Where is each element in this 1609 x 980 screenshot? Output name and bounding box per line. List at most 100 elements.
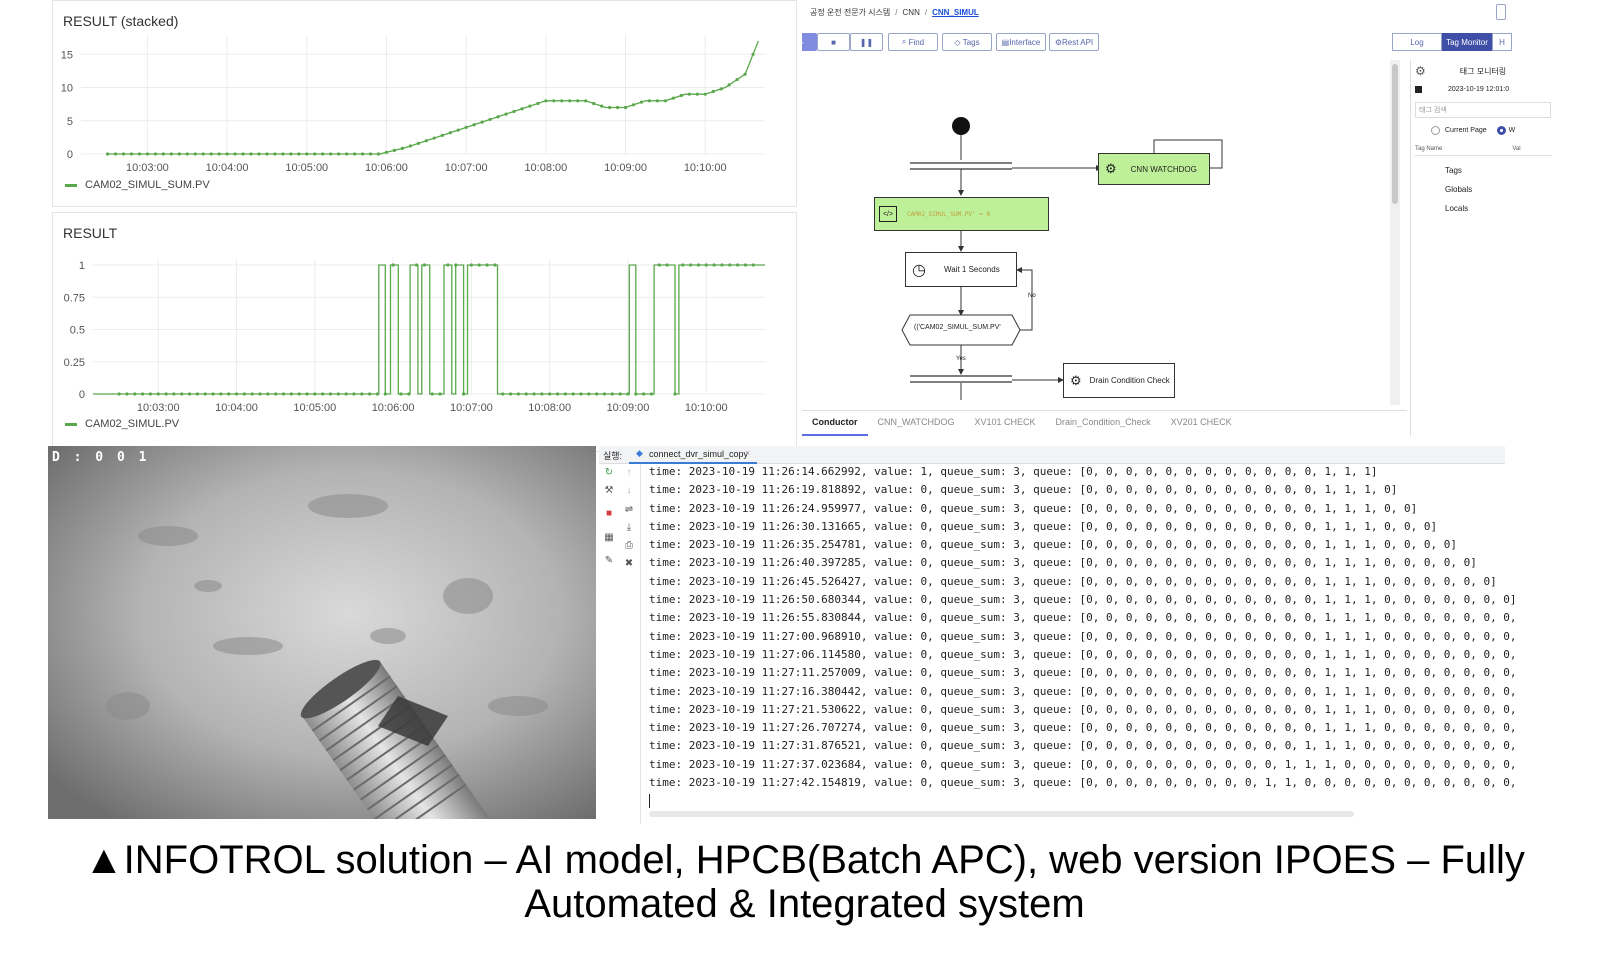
series-point bbox=[281, 152, 285, 156]
series-point bbox=[488, 117, 492, 122]
x-tick-label: 10:03:00 bbox=[126, 162, 169, 174]
series-point bbox=[520, 107, 524, 111]
series-point bbox=[712, 263, 716, 267]
x-tick-label: 10:10:00 bbox=[684, 162, 727, 174]
series-point bbox=[289, 392, 293, 396]
series-point bbox=[391, 263, 395, 267]
interface-button[interactable]: ▤ Interface bbox=[996, 33, 1046, 51]
tab-log[interactable]: Log bbox=[1392, 33, 1442, 51]
series-point bbox=[469, 263, 474, 267]
series-point bbox=[360, 152, 365, 156]
series-point bbox=[440, 133, 444, 137]
series-point bbox=[743, 72, 747, 76]
wrap-icon[interactable]: ⇌ bbox=[622, 504, 636, 515]
window-button[interactable] bbox=[1496, 4, 1506, 20]
layout-icon[interactable]: ▦ bbox=[602, 532, 616, 543]
series-point bbox=[430, 392, 434, 396]
rerun-icon[interactable]: ↻ bbox=[602, 467, 616, 478]
series-point bbox=[368, 152, 373, 156]
wait-node[interactable]: ◷ Wait 1 Seconds bbox=[905, 252, 1017, 287]
drain-node[interactable]: ⚙ Drain Condition Check bbox=[1063, 363, 1175, 398]
result-chart: RESULT 1 0.75 0.5 0.25 0 10:03:00 10:04:00 10:0… bbox=[52, 212, 797, 452]
run-button[interactable]: ▶ bbox=[802, 33, 817, 51]
series-point bbox=[233, 152, 237, 156]
console-line: time: 2023-10-19 11:26:19.818892, value:… bbox=[649, 483, 1398, 497]
console-hscrollbar[interactable] bbox=[649, 811, 1354, 817]
start-node[interactable] bbox=[952, 117, 970, 135]
radio-current-page[interactable] bbox=[1431, 126, 1440, 135]
breadcrumb-current[interactable]: CNN_SIMUL bbox=[932, 8, 979, 17]
series-point bbox=[408, 144, 412, 148]
series-point bbox=[187, 392, 192, 396]
series-point bbox=[313, 152, 317, 156]
scroll-end-icon[interactable]: ⤓ bbox=[622, 522, 636, 533]
rest-api-button[interactable]: ⚙ Rest API bbox=[1049, 33, 1099, 51]
canvas-scrollbar[interactable] bbox=[1390, 60, 1400, 405]
trash-icon[interactable]: ✖ bbox=[622, 558, 636, 569]
python-icon: ◆ bbox=[636, 448, 643, 458]
tab-xv201-check[interactable]: XV201 CHECK bbox=[1161, 411, 1242, 436]
tab-more[interactable]: H bbox=[1492, 33, 1512, 51]
series-point bbox=[501, 392, 505, 396]
tag-search-input[interactable]: 태그 검색 bbox=[1415, 102, 1551, 118]
pause-button[interactable]: ❚❚ bbox=[850, 33, 883, 51]
console-toolbar: ↻ ↑ ⚒ ↓ ■ ⇌ ⤓ ▦ ⎙ ✎ ✖ bbox=[599, 464, 641, 824]
script-node[interactable]: </> CAM02_SIMUL_SUM.PV' = 0 bbox=[874, 197, 1049, 231]
x-tick-label: 10:06:00 bbox=[372, 402, 415, 414]
series-point bbox=[524, 392, 528, 396]
series-point bbox=[281, 392, 286, 396]
x-tick-label: 10:10:00 bbox=[685, 402, 728, 414]
workflow-icon: ⚙ bbox=[1070, 372, 1082, 388]
y-tick-label: 0.5 bbox=[70, 325, 85, 337]
watchdog-node[interactable]: ⚙ CNN WATCHDOG bbox=[1098, 153, 1210, 185]
tab-conductor[interactable]: Conductor bbox=[802, 411, 868, 436]
flow-canvas[interactable]: ⚙ CNN WATCHDOG </> CAM02_SIMUL_SUM.PV' =… bbox=[802, 60, 1407, 405]
series-point bbox=[274, 392, 278, 396]
breadcrumb-cnn[interactable]: CNN bbox=[903, 8, 920, 17]
series-point bbox=[528, 104, 532, 108]
series-point bbox=[461, 392, 466, 396]
console-caret[interactable] bbox=[649, 794, 650, 809]
console-line: time: 2023-10-19 11:26:35.254781, value:… bbox=[649, 538, 1457, 552]
tab-cnn-watchdog[interactable]: CNN_WATCHDOG bbox=[868, 411, 965, 436]
workflow-editor: 공정 운전 전문가 시스템/CNN/CNN_SIMUL ▶ ■ ❚❚ ⌕ Fin… bbox=[802, 0, 1553, 452]
series-point bbox=[201, 152, 205, 156]
up-icon[interactable]: ↑ bbox=[622, 467, 636, 478]
series-point bbox=[592, 101, 596, 106]
tree-item-locals[interactable]: Locals bbox=[1445, 204, 1468, 213]
find-button[interactable]: ⌕ Find bbox=[888, 33, 938, 51]
pin-icon[interactable]: ✎ bbox=[602, 555, 616, 566]
close-icon[interactable]: × bbox=[745, 448, 750, 458]
series-point bbox=[337, 152, 341, 156]
gear-icon[interactable]: ⚙ bbox=[1415, 64, 1426, 78]
breadcrumb-root[interactable]: 공정 운전 전문가 시스템 bbox=[810, 8, 890, 17]
tab-tag-monitor[interactable]: Tag Monitor bbox=[1442, 33, 1492, 51]
wrench-icon[interactable]: ⚒ bbox=[602, 485, 616, 496]
series-line bbox=[107, 40, 760, 155]
console-line: time: 2023-10-19 11:27:37.023684, value:… bbox=[649, 757, 1517, 771]
console-tab[interactable]: connect_dvr_simul_copy bbox=[649, 449, 748, 459]
tree-item-tags[interactable]: Tags bbox=[1445, 166, 1462, 175]
x-tick-label: 10:07:00 bbox=[450, 402, 493, 414]
series-point bbox=[536, 101, 540, 106]
print-icon[interactable]: ⎙ bbox=[622, 540, 636, 551]
series-point bbox=[399, 392, 403, 396]
series-point bbox=[265, 152, 269, 156]
series-point bbox=[464, 125, 468, 130]
series-point bbox=[125, 392, 129, 396]
tags-button[interactable]: ◇ Tags bbox=[942, 33, 992, 51]
radio-other[interactable] bbox=[1496, 126, 1506, 135]
stop-icon[interactable]: ■ bbox=[602, 508, 616, 519]
series-point bbox=[508, 392, 513, 396]
tab-xv101-check[interactable]: XV101 CHECK bbox=[965, 411, 1046, 436]
stop-button[interactable]: ■ bbox=[817, 33, 850, 51]
stop-icon[interactable] bbox=[1415, 86, 1422, 93]
series-point bbox=[105, 152, 110, 156]
series-point bbox=[496, 115, 500, 119]
console-line: time: 2023-10-19 11:26:24.959977, value:… bbox=[649, 501, 1418, 515]
tree-item-globals[interactable]: Globals bbox=[1445, 185, 1472, 194]
down-icon[interactable]: ↓ bbox=[622, 485, 636, 496]
series-point bbox=[560, 99, 564, 103]
series-point bbox=[305, 152, 309, 156]
tab-drain-condition[interactable]: Drain_Condition_Check bbox=[1046, 411, 1161, 436]
